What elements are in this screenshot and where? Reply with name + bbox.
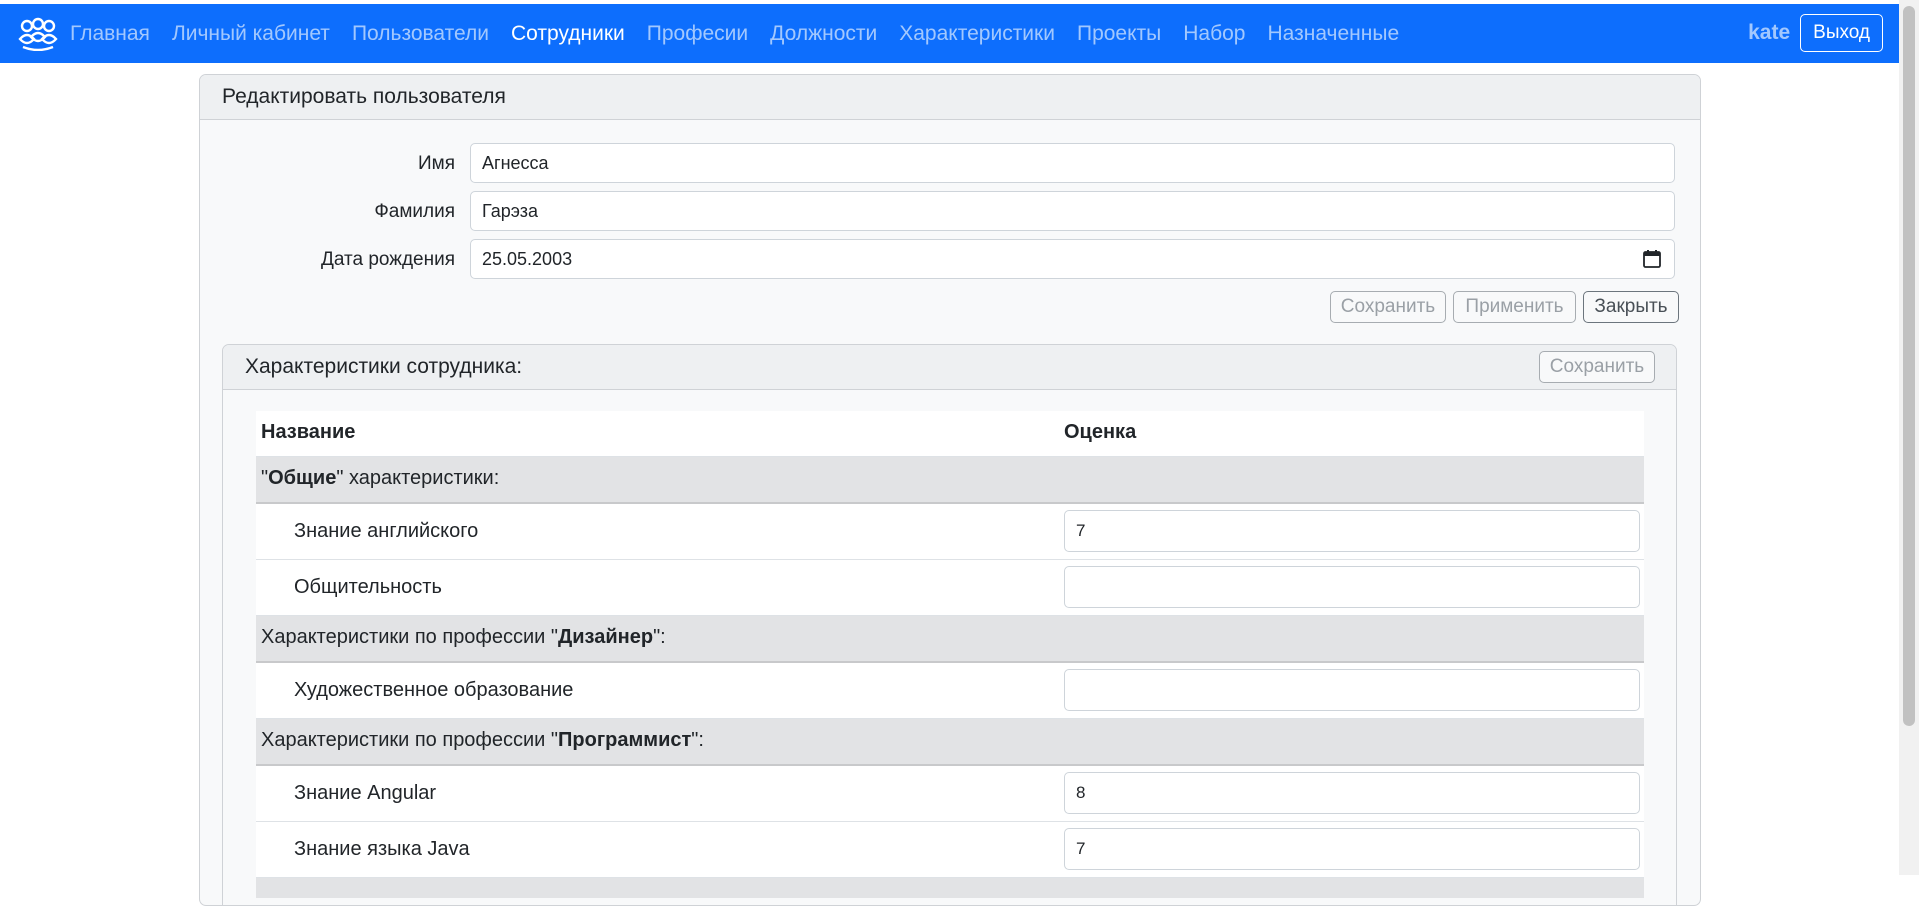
last-name-input[interactable]: Гарэза [470,191,1675,231]
page-scrollbar[interactable] [1899,0,1919,875]
nav-item-traits[interactable]: Характеристики [899,22,1055,46]
calendar-icon[interactable] [1642,249,1662,269]
trait-name: Знание языка Java [294,838,470,860]
first-name-input[interactable]: Агнесса [470,143,1675,183]
group-row-programmer: Характеристики по профессии "Программист… [256,719,1644,766]
trait-name: Общительность [294,576,442,598]
traits-table: Название Оценка "Общие" характеристики: … [256,411,1644,898]
group-row-general: "Общие" характеристики: [256,457,1644,504]
apply-button[interactable]: Применить [1453,291,1576,323]
nav-item-recruitment[interactable]: Набор [1183,22,1245,46]
last-name-row: Фамилия Гарэза [200,191,1700,233]
birth-date-row: Дата рождения 25.05.2003 [200,239,1700,281]
scrollbar-thumb[interactable] [1903,6,1915,726]
edit-user-card: Редактировать пользователя Имя Агнесса Ф… [199,74,1701,906]
first-name-label: Имя [417,153,455,174]
table-row: Общительность [256,560,1644,616]
table-row: Знание английского 7 [256,504,1644,560]
nav-item-professions[interactable]: Професии [647,22,748,46]
trait-score-input[interactable]: 7 [1064,828,1640,870]
table-row: Знание Angular 8 [256,766,1644,822]
column-header-score: Оценка [1064,421,1137,443]
group-row-next [256,878,1644,898]
trait-name: Художественное образование [294,679,574,701]
group-title: Характеристики по профессии "Программист… [261,729,704,751]
trait-score-input[interactable]: 7 [1064,510,1640,552]
trait-score-input[interactable] [1064,669,1640,711]
logout-button[interactable]: Выход [1800,14,1883,52]
trait-score-input[interactable] [1064,566,1640,608]
employee-traits-card: Характеристики сотрудника: Сохранить Наз… [222,344,1677,905]
column-header-name: Название [261,421,356,443]
trait-score-input[interactable]: 8 [1064,772,1640,814]
current-user-name: kate [1748,21,1791,44]
edit-user-card-title: Редактировать пользователя [200,75,1700,120]
nav-item-home[interactable]: Главная [70,22,150,46]
save-user-button[interactable]: Сохранить [1330,291,1446,323]
nav-item-positions[interactable]: Должности [770,22,877,46]
group-title: Характеристики по профессии "Дизайнер": [261,626,666,648]
table-header-row: Название Оценка [256,411,1644,457]
birth-date-label: Дата рождения [320,249,455,270]
birth-date-input[interactable]: 25.05.2003 [470,239,1675,279]
nav-item-employees[interactable]: Сотрудники [511,22,625,46]
trait-name: Знание Angular [294,782,437,804]
table-row: Знание языка Java 7 [256,822,1644,878]
save-traits-button[interactable]: Сохранить [1539,351,1655,383]
close-button[interactable]: Закрыть [1583,291,1679,323]
group-title: "Общие" характеристики: [261,467,500,489]
nav-user-area: kate Выход [1748,14,1883,52]
last-name-label: Фамилия [374,201,455,222]
nav-item-projects[interactable]: Проекты [1077,22,1161,46]
group-row-designer: Характеристики по профессии "Дизайнер": [256,616,1644,663]
top-navbar: Главная Личный кабинет Пользователи Сотр… [0,4,1899,63]
nav-item-profile[interactable]: Личный кабинет [172,22,330,46]
nav-item-users[interactable]: Пользователи [352,22,489,46]
birth-date-value: 25.05.2003 [482,248,573,269]
table-row: Художественное образование [256,663,1644,719]
trait-name: Знание английского [294,520,479,542]
nav-item-assigned[interactable]: Назначенные [1267,22,1399,46]
employee-traits-title: Характеристики сотрудника: [245,355,523,378]
employee-traits-header: Характеристики сотрудника: Сохранить [223,345,1676,390]
first-name-row: Имя Агнесса [200,143,1700,185]
brand-logo-icon[interactable] [18,16,60,52]
